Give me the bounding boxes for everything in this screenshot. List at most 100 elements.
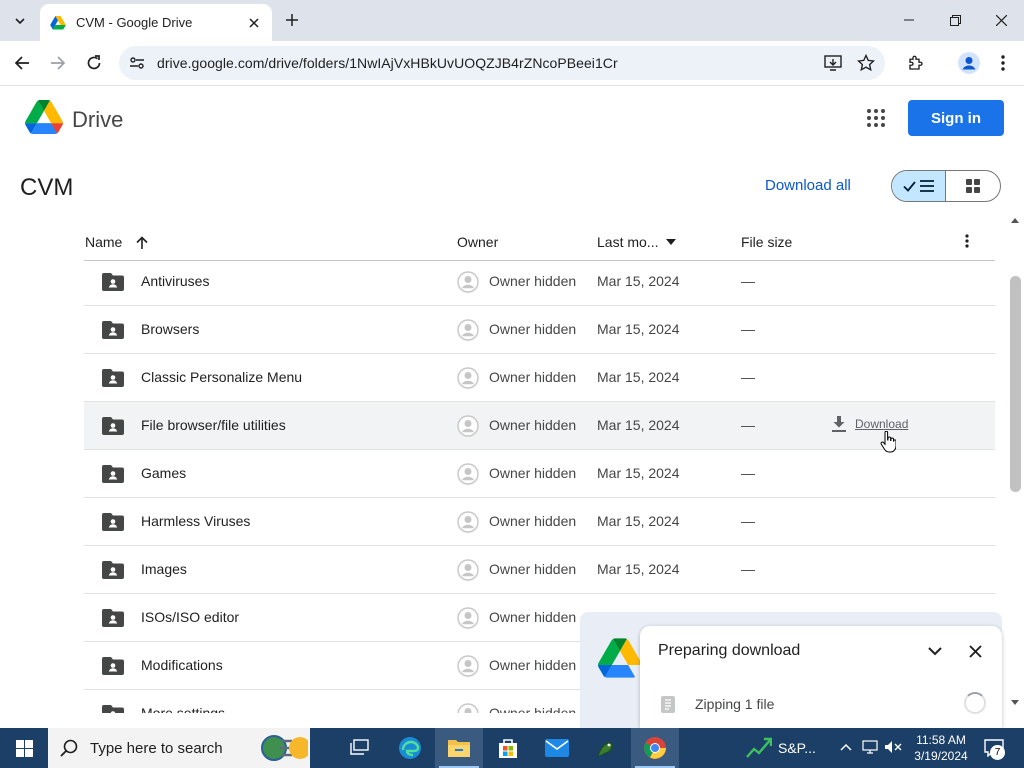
close-toast-button[interactable] [964,640,986,662]
browser-menu-button[interactable] [989,49,1017,77]
avatar-icon [457,367,479,389]
grid-view-button[interactable] [946,171,1000,201]
stocks-widget[interactable]: S&P... [746,728,826,768]
pinned-app-button[interactable] [582,728,630,768]
column-last-modified[interactable]: Last mo... [597,234,677,250]
new-tab-button[interactable] [280,8,304,32]
file-name: Games [141,465,187,481]
address-bar[interactable]: drive.google.com/drive/folders/1NwIAjVxH… [119,46,885,80]
chevron-down-icon [928,646,942,655]
avatar-icon [457,511,479,533]
close-tab-icon[interactable] [246,15,262,31]
close-icon [995,14,1007,26]
file-explorer-app-button[interactable] [435,728,483,768]
file-modified: Mar 15, 2024 [597,513,680,529]
store-icon [499,739,517,758]
forward-button[interactable] [44,49,72,77]
column-owner[interactable]: Owner [457,234,498,250]
tab-active[interactable]: CVM - Google Drive [40,4,272,41]
file-size: — [741,465,755,481]
taskbar-clock[interactable]: 11:58 AM 3/19/2024 [908,732,974,764]
tab-search-button[interactable] [7,8,33,34]
table-row[interactable]: File browser/file utilities Owner hidden… [84,402,995,450]
table-row[interactable]: Antiviruses Owner hidden Mar 15, 2024 — [84,258,995,306]
file-owner: Owner hidden [489,465,577,481]
install-app-icon[interactable] [821,51,845,75]
column-file-size[interactable]: File size [741,234,792,250]
task-view-button[interactable] [336,728,384,768]
hand-cursor-icon [880,431,896,453]
column-options-button[interactable] [957,231,977,251]
network-icon[interactable] [862,740,878,757]
table-row[interactable]: Games Owner hidden Mar 15, 2024 — [84,450,995,498]
scroll-up-arrow-icon[interactable] [1011,218,1019,223]
volume-muted-icon[interactable] [884,740,902,757]
store-app-button[interactable] [484,728,532,768]
restore-button[interactable] [932,6,978,34]
avatar-icon [457,463,479,485]
list-view-button[interactable] [892,171,946,201]
shared-folder-icon [102,369,124,387]
avatar-icon [457,319,479,341]
sign-in-button[interactable]: Sign in [908,100,1004,136]
file-modified: Mar 15, 2024 [597,561,680,577]
avatar-icon [457,703,479,713]
more-vertical-icon [965,234,969,248]
table-row[interactable]: Browsers Owner hidden Mar 15, 2024 — [84,306,995,354]
chrome-app-button[interactable] [631,728,679,768]
file-owner: Owner hidden [489,417,577,433]
close-window-button[interactable] [978,6,1024,34]
start-button[interactable] [0,728,48,768]
file-owner: Owner hidden [489,561,577,577]
drive-brand: Drive [72,107,124,132]
column-size-label: File size [741,234,793,250]
table-row[interactable]: Harmless Viruses Owner hidden Mar 15, 20… [84,498,995,546]
tray-expand-icon[interactable] [840,740,852,754]
shared-folder-icon [102,609,124,627]
arrow-up-icon[interactable] [136,235,148,249]
grid-icon [966,179,980,193]
loading-spinner-icon [964,692,986,714]
row-download-button[interactable]: Download [832,416,908,432]
download-all-button[interactable]: Download all [765,177,851,194]
clock-time: 11:58 AM [916,733,966,747]
file-size: — [741,321,755,337]
minimize-button[interactable] [886,6,932,34]
scroll-thumb[interactable] [1010,276,1021,492]
shared-folder-icon [102,513,124,531]
file-size: — [741,417,755,433]
extensions-button[interactable] [902,49,930,77]
drive-header: Drive Sign in [0,87,1024,151]
check-icon [903,180,916,192]
table-row[interactable]: Images Owner hidden Mar 15, 2024 — [84,546,995,594]
scroll-down-arrow-icon[interactable] [1011,700,1019,705]
file-owner: Owner hidden [489,657,577,673]
mail-icon [545,739,569,757]
table-row[interactable]: Classic Personalize Menu Owner hidden Ma… [84,354,995,402]
mail-app-button[interactable] [533,728,581,768]
google-apps-button[interactable] [862,104,890,132]
back-button[interactable] [8,49,36,77]
arrow-right-icon [51,56,66,70]
file-name: Antiviruses [141,273,210,289]
close-icon [968,644,982,658]
tab-title: CVM - Google Drive [76,15,193,30]
edge-app-button[interactable] [386,728,434,768]
file-size: — [741,561,755,577]
shared-folder-icon [102,273,124,291]
stock-chart-icon [746,737,772,758]
search-highlight-icon[interactable] [260,732,308,764]
chrome-icon [644,737,666,759]
column-name[interactable]: Name [85,234,148,250]
reload-button[interactable] [80,49,108,77]
apps-grid-icon [867,109,885,127]
collapse-toast-button[interactable] [924,640,946,662]
profile-button[interactable] [955,49,983,77]
site-info-icon[interactable] [125,51,149,75]
shared-folder-icon [102,657,124,675]
notification-count-badge: 7 [990,745,1005,760]
taskbar-search[interactable]: Type here to search [48,728,310,768]
bookmark-star-icon[interactable] [854,51,878,75]
drive-logo-icon[interactable] [25,100,63,134]
taskbar-blank-button[interactable] [680,728,728,768]
